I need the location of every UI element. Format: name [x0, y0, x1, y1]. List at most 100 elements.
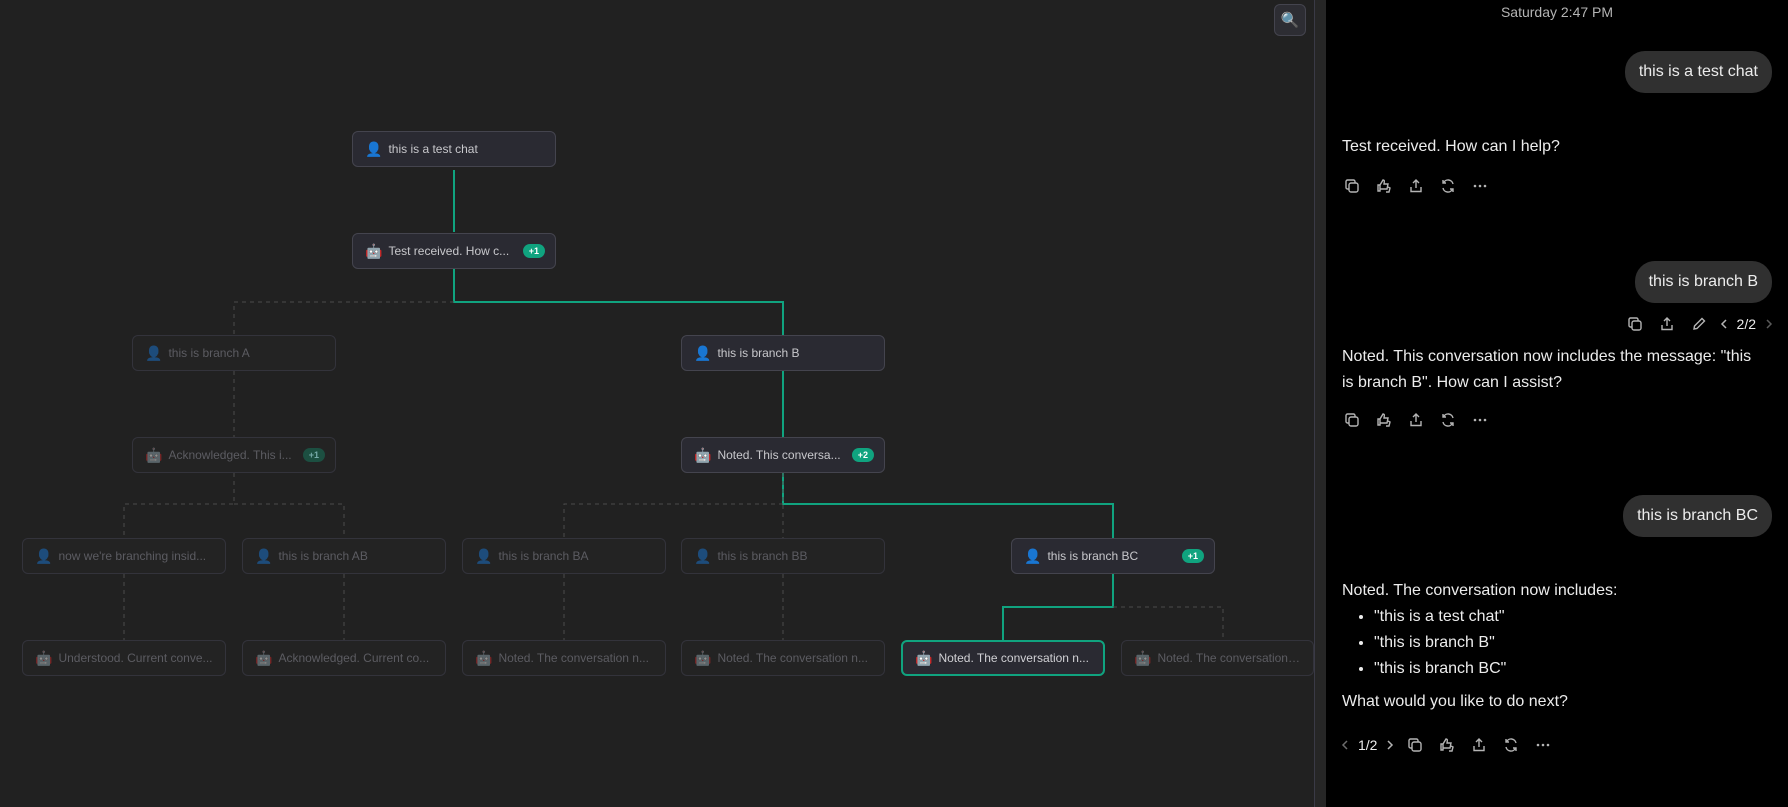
node-label: now we're branching insid...	[58, 549, 207, 563]
tree-node-branch-bc[interactable]: 👤 this is branch BC +1	[1011, 538, 1215, 574]
tree-node-branch-a[interactable]: 👤 this is branch A	[132, 335, 336, 371]
tree-node-noted-bb[interactable]: 🤖 Noted. The conversation n...	[681, 640, 885, 676]
search-icon: 🔍	[1280, 12, 1300, 29]
user-icon: 👤	[694, 344, 712, 361]
tree-node-branch-b[interactable]: 👤 this is branch B	[681, 335, 885, 371]
branch-count-badge: +1	[1181, 549, 1204, 563]
robot-icon: 🤖	[255, 649, 273, 666]
robot-icon: 🤖	[365, 242, 383, 259]
copy-icon[interactable]	[1336, 405, 1368, 435]
robot-icon: 🤖	[694, 649, 712, 666]
regenerate-icon[interactable]	[1432, 405, 1464, 435]
edge-bc-notedbc	[1002, 574, 1114, 641]
chat-panel: Saturday 2:47 PM this is a test chat Tes…	[1326, 0, 1788, 807]
node-label: Test received. How c...	[388, 244, 510, 258]
message-actions	[1336, 171, 1496, 201]
assistant-message: Test received. How can I help?	[1342, 138, 1560, 155]
chevron-left-icon[interactable]	[1715, 309, 1733, 339]
edit-icon[interactable]	[1683, 309, 1715, 339]
tree-node-noted-b[interactable]: 🤖 Noted. This conversa... +2	[681, 437, 885, 473]
copy-icon[interactable]	[1619, 309, 1651, 339]
robot-icon: 🤖	[915, 649, 933, 666]
node-label: this is branch B	[717, 346, 800, 360]
thumbs-icon[interactable]	[1431, 730, 1463, 760]
tree-node-test-received[interactable]: 🤖 Test received. How c... +1	[352, 233, 556, 269]
branch-count-badge: +2	[851, 448, 874, 462]
edge-test-branchb	[453, 268, 784, 335]
assistant-message: Noted. The conversation now includes: "t…	[1342, 578, 1762, 715]
robot-icon: 🤖	[145, 446, 163, 463]
tree-node-understood[interactable]: 🤖 Understood. Current conve...	[22, 640, 226, 676]
share-icon[interactable]	[1400, 405, 1432, 435]
user-icon: 👤	[1024, 547, 1042, 564]
user-icon: 👤	[35, 547, 53, 564]
timestamp: Saturday 2:47 PM	[1500, 4, 1614, 20]
node-label: Noted. The conversation h...	[1157, 651, 1303, 665]
user-message: this is a test chat	[1624, 51, 1772, 93]
thumbs-icon[interactable]	[1368, 171, 1400, 201]
conversation-tree-canvas[interactable]: 👤 this is a test chat 🤖 Test received. How …	[0, 0, 1314, 807]
chevron-right-icon[interactable]	[1381, 730, 1399, 760]
message-actions	[1336, 405, 1496, 435]
copy-icon[interactable]	[1399, 730, 1431, 760]
node-label: Noted. The conversation n...	[717, 651, 868, 665]
more-icon[interactable]	[1527, 730, 1559, 760]
node-label: Acknowledged. Current co...	[278, 651, 430, 665]
node-label: this is branch A	[168, 346, 250, 360]
share-icon[interactable]	[1463, 730, 1495, 760]
edge-test-brancha	[233, 301, 454, 335]
more-icon[interactable]	[1464, 171, 1496, 201]
panel-divider[interactable]	[1314, 0, 1326, 807]
regenerate-icon[interactable]	[1495, 730, 1527, 760]
message-actions: 1/2	[1336, 730, 1559, 760]
tree-node-acknowledged[interactable]: 🤖 Acknowledged. This i... +1	[132, 437, 336, 473]
chevron-left-icon[interactable]	[1336, 730, 1354, 760]
regenerate-icon[interactable]	[1432, 171, 1464, 201]
node-label: this is branch AB	[278, 549, 368, 563]
copy-icon[interactable]	[1336, 171, 1368, 201]
node-label: this is branch BA	[498, 549, 589, 563]
thumbs-icon[interactable]	[1368, 405, 1400, 435]
branch-pager: 1/2	[1358, 737, 1378, 753]
branch-count-badge: +1	[302, 448, 325, 462]
list-item: "this is a test chat"	[1374, 604, 1762, 630]
edge-ack-children	[123, 473, 345, 538]
reply-list: "this is a test chat" "this is branch B"…	[1374, 604, 1762, 682]
edge-bc-alt	[1113, 606, 1224, 641]
tree-node-noted-ba[interactable]: 🤖 Noted. The conversation n...	[462, 640, 666, 676]
branch-count-badge: +1	[522, 244, 545, 258]
list-item: "this is branch BC"	[1374, 656, 1762, 682]
edge-noted-children	[563, 473, 784, 538]
tree-node-noted-bc[interactable]: 🤖 Noted. The conversation n...	[901, 640, 1105, 676]
tree-node-root[interactable]: 👤 this is a test chat	[352, 131, 556, 167]
search-button[interactable]: 🔍	[1274, 4, 1306, 36]
user-message: this is branch B	[1634, 261, 1772, 303]
node-label: this is a test chat	[388, 142, 478, 156]
node-label: Understood. Current conve...	[58, 651, 213, 665]
tree-edges	[123, 170, 1224, 641]
node-label: Acknowledged. This i...	[168, 448, 292, 462]
node-label: this is branch BC	[1047, 549, 1139, 563]
robot-icon: 🤖	[694, 446, 712, 463]
user-icon: 👤	[145, 344, 163, 361]
user-message: this is branch BC	[1623, 495, 1772, 537]
list-item: "this is branch B"	[1374, 630, 1762, 656]
tree-node-acknowledged-current[interactable]: 🤖 Acknowledged. Current co...	[242, 640, 446, 676]
branch-pager: 2/2	[1736, 316, 1756, 332]
user-icon: 👤	[475, 547, 493, 564]
robot-icon: 🤖	[1134, 649, 1152, 666]
tree-node-noted-bc-2[interactable]: 🤖 Noted. The conversation h...	[1121, 640, 1314, 676]
chevron-right-icon[interactable]	[1760, 309, 1778, 339]
share-icon[interactable]	[1400, 171, 1432, 201]
more-icon[interactable]	[1464, 405, 1496, 435]
edge-noted-bc	[782, 473, 1114, 538]
tree-node-branch-inside[interactable]: 👤 now we're branching insid...	[22, 538, 226, 574]
user-icon: 👤	[365, 140, 383, 157]
tree-node-branch-ab[interactable]: 👤 this is branch AB	[242, 538, 446, 574]
user-message-actions: 2/2	[1619, 309, 1778, 339]
tree-node-branch-bb[interactable]: 👤 this is branch BB	[681, 538, 885, 574]
tree-node-branch-ba[interactable]: 👤 this is branch BA	[462, 538, 666, 574]
robot-icon: 🤖	[475, 649, 493, 666]
share-icon[interactable]	[1651, 309, 1683, 339]
node-label: this is branch BB	[717, 549, 808, 563]
